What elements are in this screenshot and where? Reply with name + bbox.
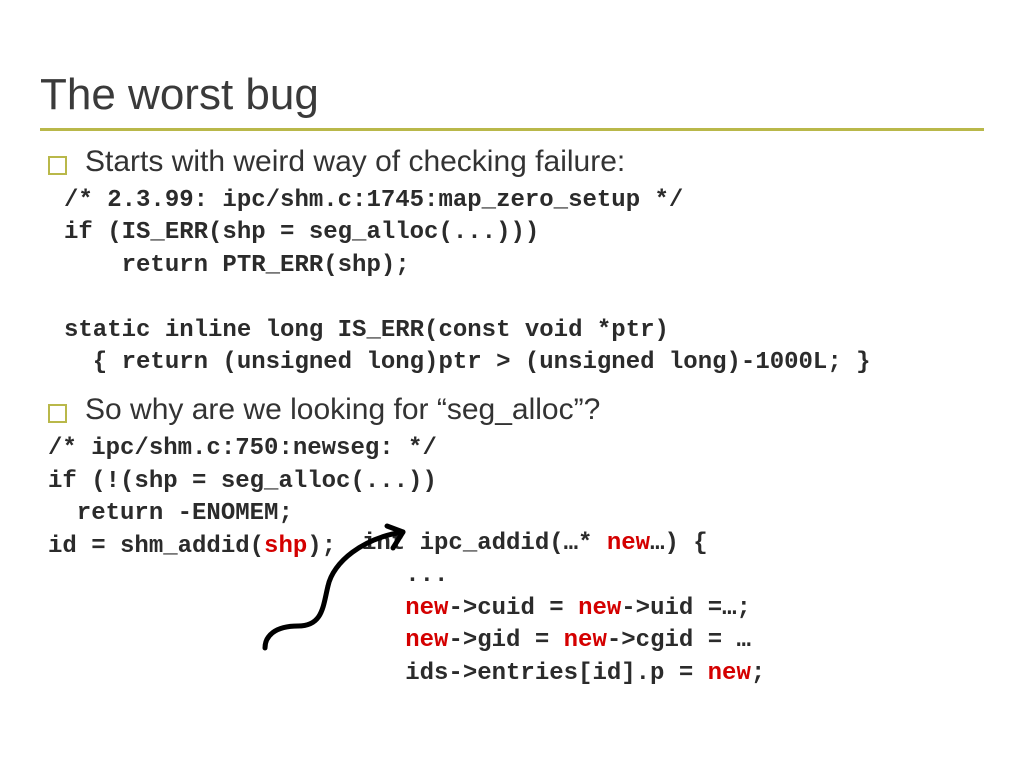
- bullet-1: Starts with weird way of checking failur…: [48, 145, 984, 179]
- code3-l1b: …) {: [650, 530, 708, 557]
- code3-l3-new1: new: [405, 595, 448, 622]
- code2-l4b: );: [307, 533, 336, 560]
- code1-l3: return PTR_ERR(shp);: [64, 252, 410, 279]
- code-block-3: int ipc_addid(…* new…) { ... new->cuid =…: [362, 528, 765, 690]
- code2-l1: /* ipc/shm.c:750:newseg: */: [48, 435, 437, 462]
- code3-l1a: int ipc_addid(…*: [362, 530, 607, 557]
- code2-l4a: id = shm_addid(: [48, 533, 264, 560]
- bullet-2-text: So why are we looking for “seg_alloc”?: [85, 393, 600, 427]
- code3-l4b: ->gid =: [448, 627, 563, 654]
- bullet-1-text: Starts with weird way of checking failur…: [85, 145, 625, 179]
- code3-l4-new1: new: [405, 627, 448, 654]
- code1-l6: { return (unsigned long)ptr > (unsigned …: [64, 349, 871, 376]
- code3-l5a: ids->entries[id].p =: [362, 660, 708, 687]
- code3-l2: ...: [362, 562, 448, 589]
- code3-l4-new2: new: [564, 627, 607, 654]
- code2-l3: return -ENOMEM;: [48, 500, 293, 527]
- code3-l4c: ->cgid = …: [607, 627, 751, 654]
- code1-l1: /* 2.3.99: ipc/shm.c:1745:map_zero_setup…: [64, 187, 683, 214]
- bullet-box-icon: [48, 404, 67, 423]
- code3-l3b: ->cuid =: [448, 595, 578, 622]
- code3-l3a: [362, 595, 405, 622]
- code3-l5-new: new: [708, 660, 751, 687]
- code3-l4a: [362, 627, 405, 654]
- code2-shp: shp: [264, 533, 307, 560]
- title-rule: [40, 128, 984, 131]
- code3-l5b: ;: [751, 660, 765, 687]
- bullet-box-icon: [48, 156, 67, 175]
- bullet-2: So why are we looking for “seg_alloc”?: [48, 393, 984, 427]
- code-block-1: /* 2.3.99: ipc/shm.c:1745:map_zero_setup…: [64, 185, 984, 379]
- code3-l1-new: new: [607, 530, 650, 557]
- code1-l5: static inline long IS_ERR(const void *pt…: [64, 317, 669, 344]
- code3-l3-new2: new: [578, 595, 621, 622]
- code2-l2: if (!(shp = seg_alloc(...)): [48, 468, 437, 495]
- slide: The worst bug Starts with weird way of c…: [0, 0, 1024, 768]
- code3-l3c: ->uid =…;: [621, 595, 751, 622]
- code1-l2: if (IS_ERR(shp = seg_alloc(...))): [64, 219, 539, 246]
- slide-title: The worst bug: [40, 70, 984, 120]
